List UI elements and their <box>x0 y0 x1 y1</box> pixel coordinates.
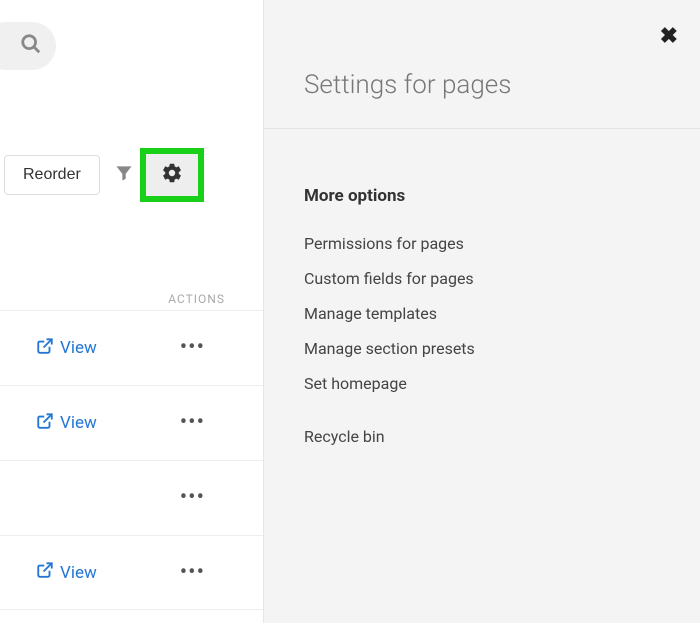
settings-panel: ✖ Settings for pages More options Permis… <box>263 0 700 623</box>
option-manage-templates[interactable]: Manage templates <box>304 296 475 331</box>
row-actions-button[interactable]: ••• <box>180 562 205 584</box>
ellipsis-icon: ••• <box>180 560 205 585</box>
option-set-homepage[interactable]: Set homepage <box>304 366 475 401</box>
table-row: View ••• <box>0 385 263 460</box>
option-manage-section-presets[interactable]: Manage section presets <box>304 331 475 366</box>
left-column: Reorder ACTIONS <box>0 0 263 623</box>
view-link[interactable]: View <box>36 412 97 435</box>
table-row: View ••• <box>0 310 263 385</box>
more-options-label: More options <box>304 186 475 206</box>
view-label: View <box>60 338 97 358</box>
option-recycle-bin[interactable]: Recycle bin <box>304 419 475 454</box>
rows-container: View ••• View ••• <box>0 310 263 610</box>
external-link-icon <box>36 337 54 360</box>
row-actions-button[interactable]: ••• <box>180 487 205 509</box>
close-button[interactable]: ✖ <box>660 24 678 49</box>
divider <box>264 128 700 129</box>
filter-button[interactable] <box>114 163 134 187</box>
panel-title: Settings for pages <box>304 70 511 100</box>
ellipsis-icon: ••• <box>180 485 205 510</box>
search-button[interactable] <box>0 22 56 70</box>
table-row: ••• <box>0 460 263 535</box>
more-options-section: More options Permissions for pages Custo… <box>304 186 475 454</box>
filter-icon <box>114 163 134 187</box>
ellipsis-icon: ••• <box>180 335 205 360</box>
view-label: View <box>60 563 97 583</box>
option-permissions[interactable]: Permissions for pages <box>304 226 475 261</box>
close-icon: ✖ <box>660 24 678 49</box>
option-custom-fields[interactable]: Custom fields for pages <box>304 261 475 296</box>
row-actions-button[interactable]: ••• <box>180 337 205 359</box>
view-link[interactable]: View <box>36 337 97 360</box>
view-link[interactable]: View <box>36 561 97 584</box>
external-link-icon <box>36 412 54 435</box>
external-link-icon <box>36 561 54 584</box>
gear-icon <box>161 162 183 188</box>
toolbar: Reorder <box>0 150 263 200</box>
view-label: View <box>60 413 97 433</box>
actions-column-header: ACTIONS <box>168 292 225 306</box>
reorder-button[interactable]: Reorder <box>4 155 100 195</box>
table-row: View ••• <box>0 535 263 610</box>
search-icon <box>20 33 42 59</box>
row-actions-button[interactable]: ••• <box>180 412 205 434</box>
ellipsis-icon: ••• <box>180 410 205 435</box>
settings-button[interactable] <box>140 148 204 202</box>
